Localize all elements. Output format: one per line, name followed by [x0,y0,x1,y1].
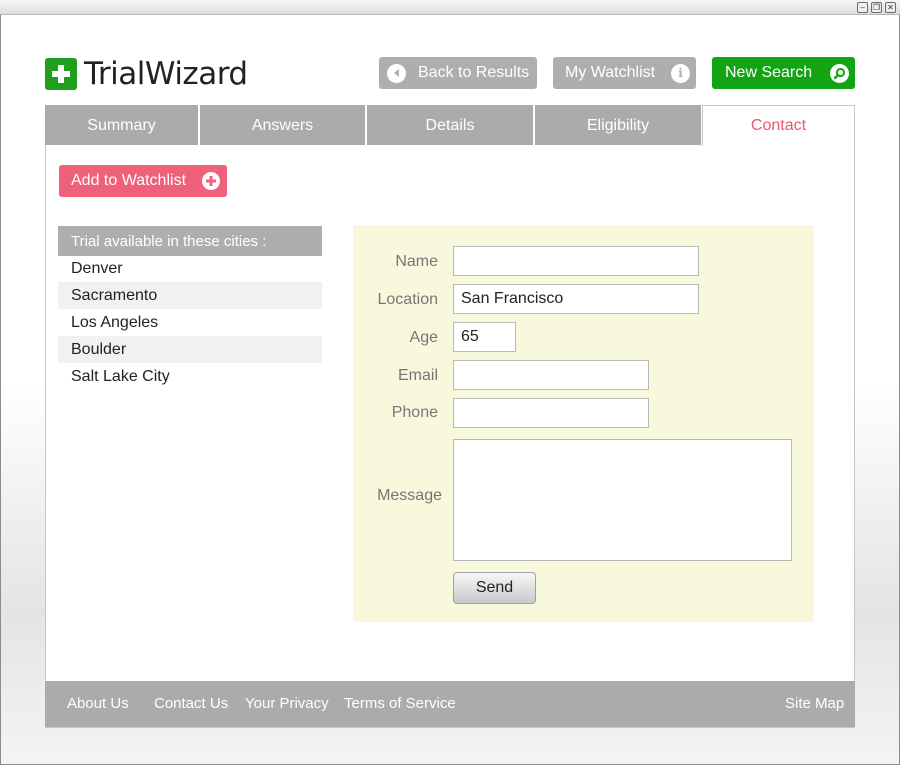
tab-contact-label: Contact [750,117,807,134]
phone-label: Phone [391,404,438,421]
add-to-watchlist-label: Add to Watchlist [71,172,187,189]
message-field[interactable] [453,439,792,561]
tab-details-label: Details [425,116,475,134]
my-watchlist-button[interactable]: My Watchlist i [553,57,696,89]
tab-eligibility[interactable]: Eligibility [535,105,701,146]
message-label: Message [377,487,442,504]
back-to-results-label: Back to Results [418,64,530,81]
plus-circle-icon [202,172,221,190]
info-icon: i [671,63,691,83]
logo-text: TrialWizard [84,55,248,92]
new-search-label: New Search [725,64,813,81]
chevron-left-icon [387,63,406,83]
my-watchlist-label: My Watchlist [565,64,656,81]
phone-field[interactable] [453,398,649,428]
age-field[interactable]: 65 [453,322,516,352]
new-search-button[interactable]: New Search [712,57,855,89]
name-field[interactable] [453,246,699,276]
tab-answers-label: Answers [251,116,314,134]
tab-contact[interactable]: Contact [702,105,855,146]
restore-icon[interactable]: ❐ [871,2,882,13]
footer-link-contact[interactable]: Contact Us [154,695,228,712]
cities-heading: Trial available in these cities : [58,226,322,256]
city-item: Salt Lake City [71,367,170,385]
tab-summary-label: Summary [87,116,156,134]
age-label: Age [409,329,438,346]
city-item: Sacramento [58,282,322,309]
footer-link-terms[interactable]: Terms of Service [344,695,456,712]
city-item: Boulder [58,336,322,363]
send-button[interactable]: Send [453,572,536,604]
close-icon[interactable]: ✕ [885,2,896,13]
add-to-watchlist-button[interactable]: Add to Watchlist [59,165,227,197]
location-field[interactable]: San Francisco [453,284,699,314]
search-icon [830,63,850,83]
footer-link-privacy[interactable]: Your Privacy [245,695,329,712]
footer-link-about[interactable]: About Us [67,695,129,712]
back-to-results-button[interactable]: Back to Results [379,57,537,89]
email-field[interactable] [453,360,649,390]
trialwizard-logo[interactable]: TrialWizard [45,55,248,92]
tab-details[interactable]: Details [367,105,533,146]
tab-eligibility-label: Eligibility [586,116,650,134]
minimize-icon[interactable]: – [857,2,868,13]
email-label: Email [397,367,438,384]
city-item: Denver [71,259,123,277]
plus-logo-icon [45,57,77,90]
send-label: Send [475,579,514,596]
tab-answers[interactable]: Answers [200,105,365,146]
city-item: Los Angeles [71,313,159,331]
window-titlebar: – ❐ ✕ [0,0,900,15]
name-label: Name [395,253,438,270]
location-label: Location [377,291,439,308]
footer-link-sitemap[interactable]: Site Map [785,695,844,712]
tab-summary[interactable]: Summary [45,105,198,146]
